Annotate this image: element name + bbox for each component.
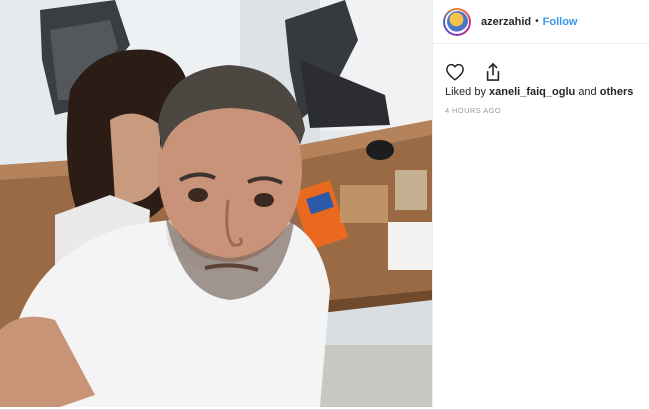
likes-prefix: Liked by	[445, 86, 486, 98]
selfie-image	[0, 0, 432, 407]
user-line: azerzahid • Follow	[481, 16, 577, 28]
post-photo[interactable]	[0, 0, 432, 407]
heart-icon	[446, 63, 464, 81]
post-sidebar: azerzahid • Follow Liked by xaneli_faiq_…	[432, 0, 649, 407]
share-button[interactable]	[482, 61, 504, 83]
likes-others-link[interactable]: others	[600, 86, 634, 98]
like-button[interactable]	[444, 61, 466, 83]
share-icon	[486, 63, 500, 81]
profile-avatar[interactable]	[443, 7, 471, 36]
instagram-post: azerzahid • Follow Liked by xaneli_faiq_…	[0, 0, 649, 410]
likes-conjunction: and	[578, 86, 597, 98]
avatar	[445, 9, 469, 34]
post-timestamp[interactable]: 4 HOURS AGO	[433, 106, 649, 115]
follow-button[interactable]: Follow	[543, 16, 578, 28]
post-header: azerzahid • Follow	[433, 0, 649, 44]
separator-dot: •	[535, 16, 539, 27]
liked-by-user-link[interactable]: xaneli_faiq_oglu	[489, 86, 575, 98]
avatar-image	[446, 11, 468, 32]
likes-summary: Liked by xaneli_faiq_oglu and others	[433, 86, 649, 98]
username-link[interactable]: azerzahid	[481, 16, 531, 28]
